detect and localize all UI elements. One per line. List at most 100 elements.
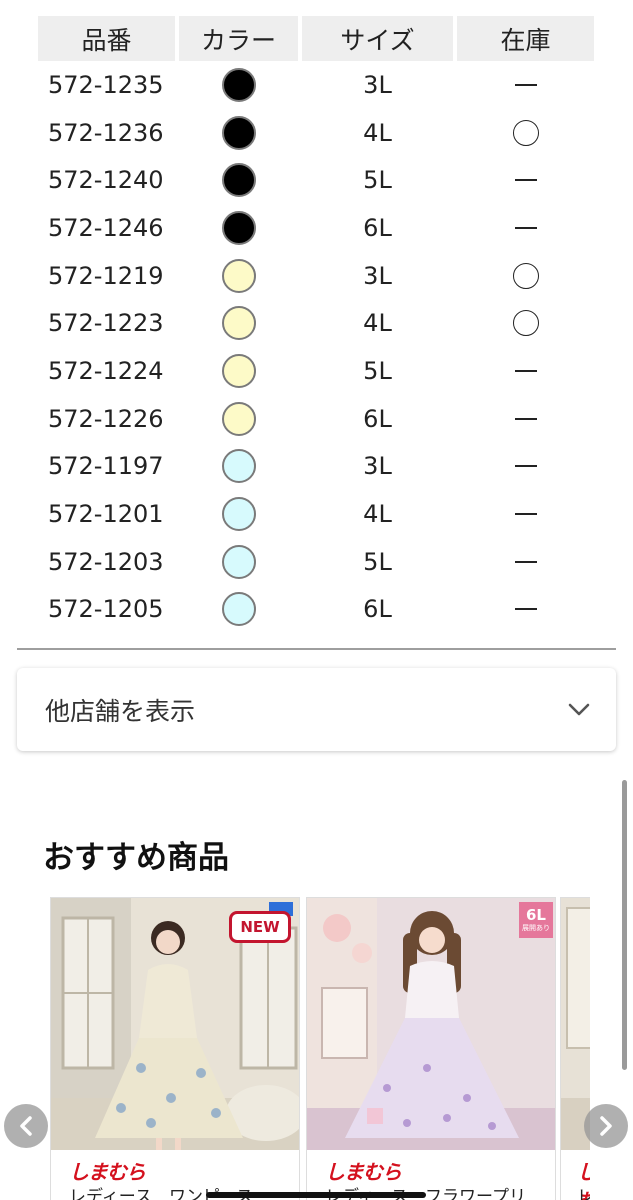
chevron-down-icon <box>568 703 590 715</box>
part-number: 572-1197 <box>48 452 164 481</box>
color-cell <box>179 401 298 436</box>
table-row: 572-1224 5L ー <box>38 347 594 395</box>
size-value: 5L <box>363 356 392 385</box>
table-row: 572-1223 4L 〇 <box>38 299 594 347</box>
color-cell <box>179 353 298 388</box>
size-value: 5L <box>363 547 392 576</box>
part-number: 572-1201 <box>48 500 164 529</box>
color-swatch <box>221 401 256 436</box>
table-row: 572-1197 3L ー <box>38 443 594 491</box>
out-of-stock-mark: ー <box>514 83 537 86</box>
stock-cell: ー <box>457 417 594 420</box>
color-cell <box>179 67 298 102</box>
in-stock-mark: 〇 <box>512 119 539 146</box>
size-value: 3L <box>363 452 392 481</box>
size-value: 4L <box>363 118 392 147</box>
header-part-no: 品番 <box>38 16 175 61</box>
color-swatch <box>221 497 256 532</box>
part-number: 572-1203 <box>48 547 164 576</box>
scrollbar[interactable] <box>622 780 627 1070</box>
part-number: 572-1226 <box>48 404 164 433</box>
color-cell <box>179 497 298 532</box>
home-indicator[interactable] <box>206 1192 426 1198</box>
size-value: 4L <box>363 500 392 529</box>
in-stock-mark: 〇 <box>512 262 539 289</box>
color-swatch <box>221 449 256 484</box>
color-swatch <box>221 258 256 293</box>
color-swatch <box>221 592 256 627</box>
brand-logo: しまむら <box>69 1160 146 1184</box>
color-cell <box>179 592 298 627</box>
out-of-stock-mark: ー <box>514 369 537 372</box>
color-cell <box>179 163 298 198</box>
color-cell <box>179 449 298 484</box>
other-stores-toggle[interactable]: 他店舗を表示 <box>17 668 616 751</box>
carousel-next-button[interactable] <box>584 1104 628 1148</box>
stock-cell: ー <box>457 513 594 516</box>
table-row: 572-1240 5L ー <box>38 156 594 204</box>
recommendations-title: おすすめ商品 <box>43 840 229 876</box>
stock-table: 品番 カラー サイズ 在庫 572-12353Lー572-12364L〇572-… <box>38 16 594 633</box>
stock-cell: ー <box>457 226 594 229</box>
color-cell <box>179 210 298 245</box>
size-value: 4L <box>363 309 392 338</box>
header-stock: 在庫 <box>457 16 594 61</box>
color-swatch <box>221 67 256 102</box>
divider <box>17 648 616 650</box>
product-image <box>307 898 555 1150</box>
size-badge-label: 6L <box>526 906 546 924</box>
color-cell <box>179 544 298 579</box>
stock-cell: ー <box>457 369 594 372</box>
size-value: 6L <box>363 404 392 433</box>
stock-cell: 〇 <box>457 262 594 289</box>
color-swatch <box>221 210 256 245</box>
header-size: サイズ <box>302 16 453 61</box>
table-row: 572-1201 4L ー <box>38 490 594 538</box>
part-number: 572-1240 <box>48 166 164 195</box>
out-of-stock-mark: ー <box>514 608 537 611</box>
table-header: 品番 カラー サイズ 在庫 <box>38 16 594 61</box>
table-row: 572-1246 6L ー <box>38 204 594 252</box>
product-name: レ <box>577 1182 590 1200</box>
color-swatch <box>221 544 256 579</box>
stock-cell: ー <box>457 608 594 611</box>
table-row: 572-1205 6L ー <box>38 586 594 634</box>
size-value: 6L <box>363 213 392 242</box>
part-number: 572-1205 <box>48 595 164 624</box>
stock-cell: ー <box>457 83 594 86</box>
product-image <box>561 898 590 1150</box>
stock-cell: 〇 <box>457 310 594 337</box>
stock-cell: 〇 <box>457 119 594 146</box>
carousel-prev-button[interactable] <box>4 1104 48 1148</box>
color-swatch <box>221 163 256 198</box>
in-stock-mark: 〇 <box>512 310 539 337</box>
part-number: 572-1246 <box>48 213 164 242</box>
part-number: 572-1219 <box>48 261 164 290</box>
size-value: 5L <box>363 166 392 195</box>
size-value: 6L <box>363 595 392 624</box>
out-of-stock-mark: ー <box>514 226 537 229</box>
chevron-left-icon <box>20 1116 32 1136</box>
part-number: 572-1223 <box>48 309 164 338</box>
new-badge: NEW <box>229 911 291 943</box>
size-value: 3L <box>363 70 392 99</box>
stock-cell: ー <box>457 560 594 563</box>
brand-logo: しまむら <box>325 1160 402 1184</box>
out-of-stock-mark: ー <box>514 179 537 182</box>
table-row: 572-1203 5L ー <box>38 538 594 586</box>
out-of-stock-mark: ー <box>514 417 537 420</box>
product-card[interactable]: しまむら レ <box>560 897 590 1200</box>
recommendations-carousel: NEW しまむら レディース ワンピース 6L 展開あり しまむら フラワープリ <box>50 897 590 1200</box>
product-card[interactable]: 6L 展開あり しまむら レディース フラワープリ <box>306 897 556 1200</box>
color-cell <box>179 306 298 341</box>
part-number: 572-1235 <box>48 70 164 99</box>
table-row: 572-1235 3L ー <box>38 61 594 109</box>
other-stores-label: 他店舗を表示 <box>45 696 196 726</box>
product-card[interactable]: NEW しまむら レディース ワンピース <box>50 897 300 1200</box>
out-of-stock-mark: ー <box>514 465 537 468</box>
stock-cell: ー <box>457 465 594 468</box>
chevron-right-icon <box>600 1116 612 1136</box>
color-cell <box>179 115 298 150</box>
part-number: 572-1236 <box>48 118 164 147</box>
color-swatch <box>221 306 256 341</box>
